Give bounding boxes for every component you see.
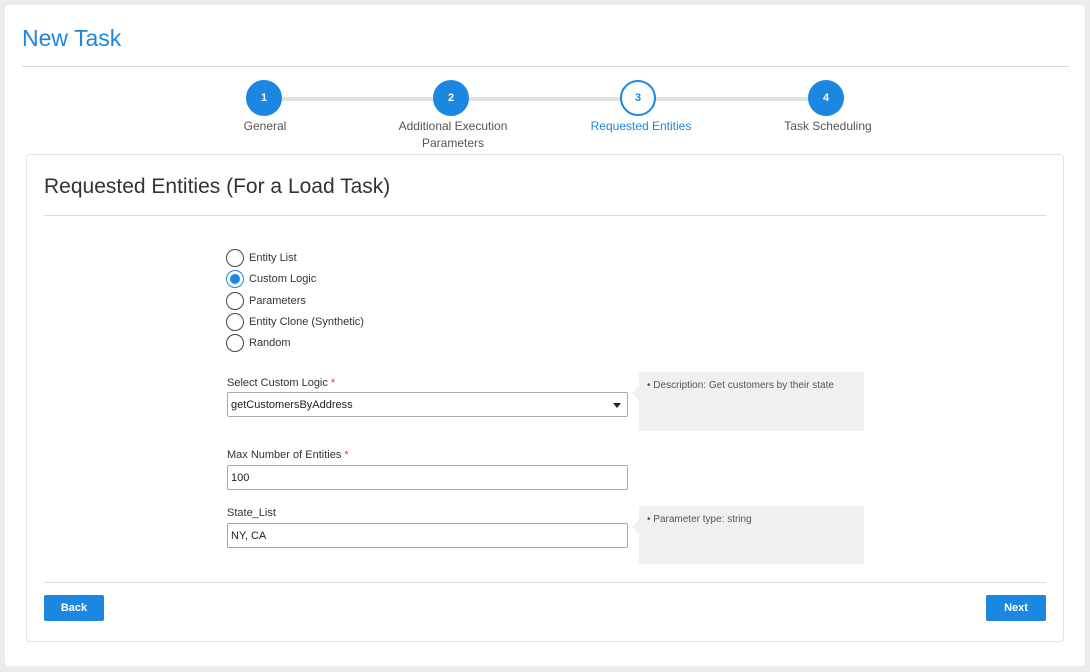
radio-circle[interactable] xyxy=(226,292,244,310)
radio-label: Entity Clone (Synthetic) xyxy=(249,316,364,328)
step-1-label: General xyxy=(243,119,287,133)
chevron-down-icon[interactable] xyxy=(613,403,621,408)
stepper-track xyxy=(264,97,827,101)
max-entities-label: Max Number of Entities * xyxy=(227,449,349,461)
custom-logic-label: Select Custom Logic * xyxy=(227,377,335,389)
radio-parameters[interactable]: Parameters xyxy=(226,291,306,311)
radio-label: Entity List xyxy=(249,252,297,264)
required-mark: * xyxy=(330,377,336,389)
step-2-circle[interactable]: 2 xyxy=(433,80,469,116)
radio-random[interactable]: Random xyxy=(226,333,291,353)
step-3-label: Requested Entities xyxy=(590,119,692,133)
max-entities-label-text: Max Number of Entities xyxy=(227,449,342,461)
custom-logic-description: • Description: Get customers by their st… xyxy=(632,372,864,431)
card-footer-divider xyxy=(44,582,1046,583)
radio-circle[interactable] xyxy=(226,249,244,267)
required-mark: * xyxy=(344,449,349,461)
radio-label: Custom Logic xyxy=(249,273,317,285)
radio-circle[interactable] xyxy=(226,313,244,331)
radio-label: Random xyxy=(249,337,291,349)
title-divider xyxy=(22,66,1069,67)
step-3-circle[interactable]: 3 xyxy=(620,80,656,116)
description-text: • Description: Get customers by their st… xyxy=(647,380,834,391)
state-list-param-type: • Parameter type: string xyxy=(632,506,864,564)
step-4-label: Task Scheduling xyxy=(784,119,872,133)
custom-logic-selected-value: getCustomersByAddress xyxy=(231,398,353,411)
step-4-circle[interactable]: 4 xyxy=(808,80,844,116)
radio-circle-selected[interactable] xyxy=(226,270,244,288)
custom-logic-select[interactable]: getCustomersByAddress xyxy=(227,392,628,417)
state-list-label: State_List xyxy=(227,507,276,519)
state-list-input[interactable]: NY, CA xyxy=(227,523,628,548)
step-1-circle[interactable]: 1 xyxy=(246,80,282,116)
radio-selected-dot xyxy=(230,274,240,284)
step-2-label: Additional Execution Parameters xyxy=(398,119,508,150)
custom-logic-label-text: Select Custom Logic xyxy=(227,377,328,389)
param-type-text: • Parameter type: string xyxy=(647,514,752,525)
page-title: New Task xyxy=(22,25,122,51)
card-title: Requested Entities (For a Load Task) xyxy=(44,175,391,198)
next-button[interactable]: Next xyxy=(986,595,1046,621)
radio-label: Parameters xyxy=(249,295,306,307)
radio-custom-logic[interactable]: Custom Logic xyxy=(226,269,316,289)
card-title-divider xyxy=(44,215,1046,216)
back-button[interactable]: Back xyxy=(44,595,104,621)
radio-entity-clone[interactable]: Entity Clone (Synthetic) xyxy=(226,312,364,332)
max-entities-input[interactable]: 100 xyxy=(227,465,628,490)
radio-entity-list[interactable]: Entity List xyxy=(226,248,297,268)
radio-circle[interactable] xyxy=(226,334,244,352)
